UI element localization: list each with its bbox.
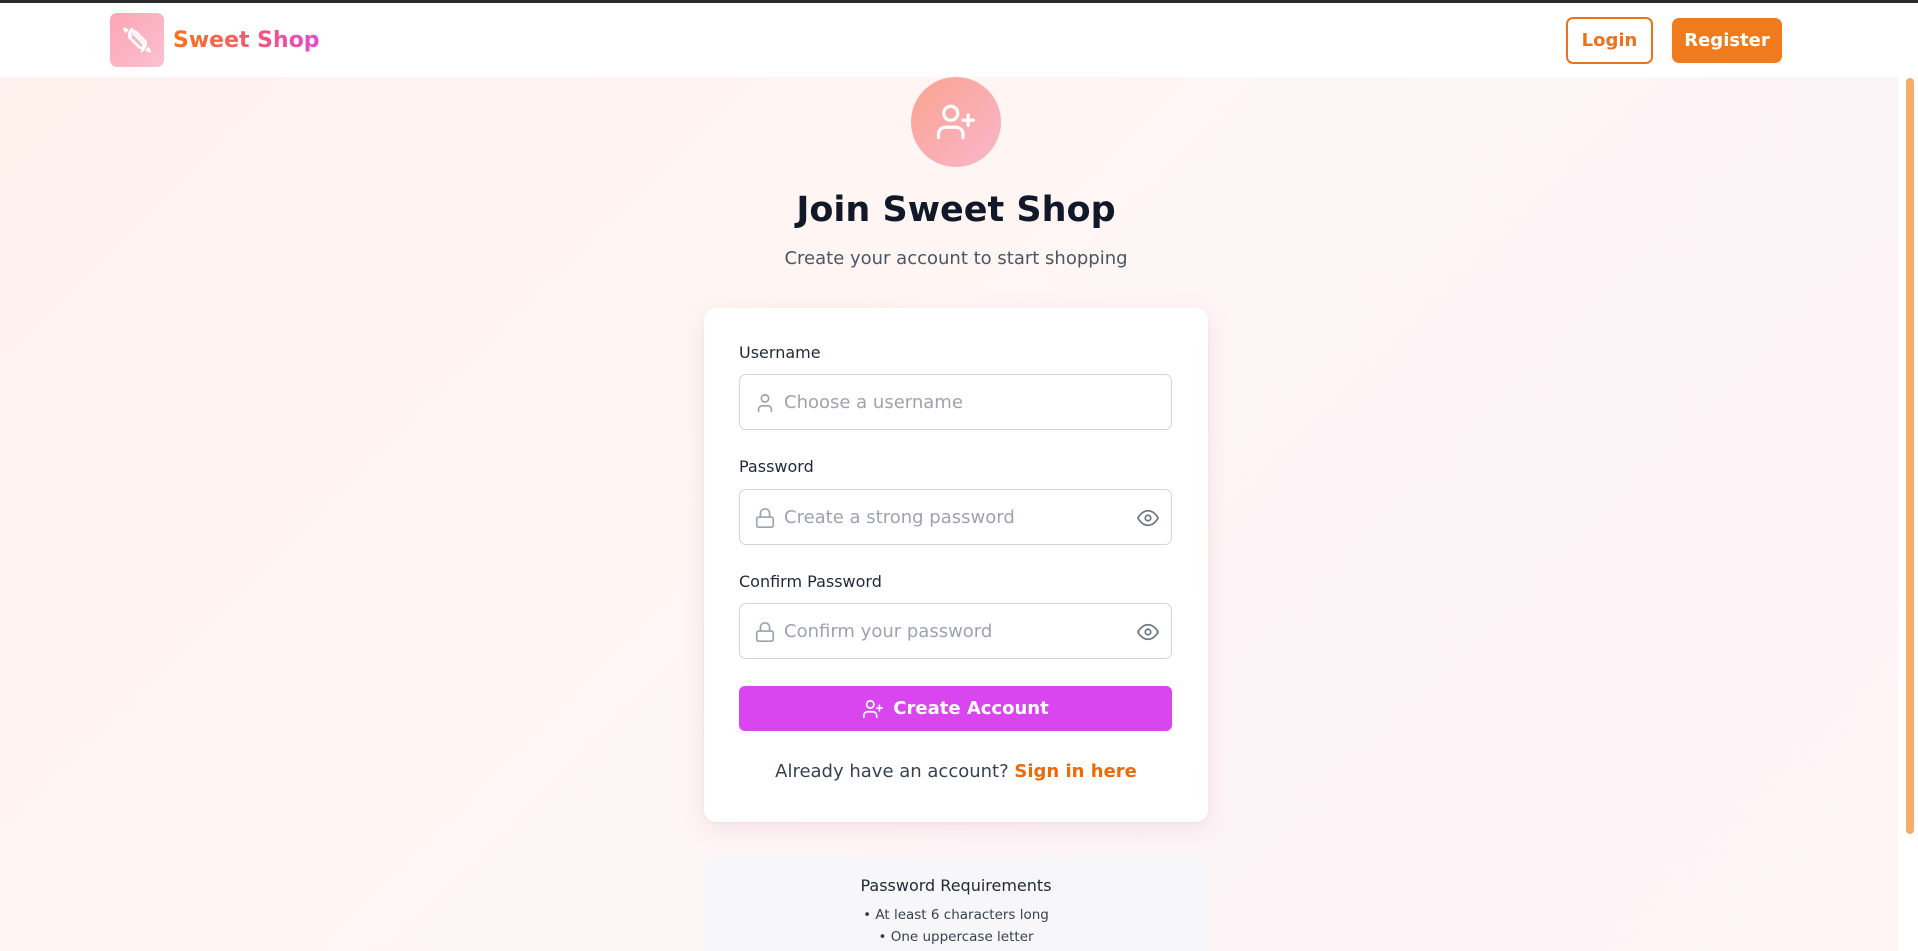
eye-icon[interactable] <box>1137 507 1159 529</box>
user-icon <box>757 393 773 413</box>
navbar: Sweet Shop Login Register <box>0 3 1898 77</box>
candy-logo-icon <box>110 13 164 67</box>
username-input[interactable] <box>784 375 1114 429</box>
user-plus-icon <box>863 699 884 718</box>
password-requirements-card: Password Requirements • At least 6 chara… <box>704 856 1208 951</box>
password-label: Password <box>739 457 814 476</box>
password-field[interactable] <box>739 489 1172 545</box>
login-button[interactable]: Login <box>1566 16 1653 64</box>
page-title: Join Sweet Shop <box>796 190 1116 230</box>
user-plus-icon <box>911 77 1001 167</box>
lock-icon <box>755 508 775 528</box>
create-account-button[interactable]: Create Account <box>739 686 1172 731</box>
requirements-title: Password Requirements <box>860 876 1052 895</box>
brand-name: Sweet Shop <box>173 27 320 53</box>
eye-icon[interactable] <box>1137 621 1159 643</box>
lock-icon <box>755 622 775 642</box>
nav-actions: Login Register <box>1566 16 1782 64</box>
signin-prompt: Already have an account? <box>775 761 1009 782</box>
create-account-label: Create Account <box>893 698 1049 719</box>
requirement-item: • At least 6 characters long <box>863 907 1049 923</box>
confirm-password-label: Confirm Password <box>739 572 882 591</box>
confirm-password-input[interactable] <box>784 604 1114 658</box>
confirm-password-field[interactable] <box>739 603 1172 659</box>
page-subtitle: Create your account to start shopping <box>784 248 1128 269</box>
signin-link[interactable]: Sign in here <box>1014 761 1136 782</box>
requirement-item: • One uppercase letter <box>878 929 1034 945</box>
password-input[interactable] <box>784 490 1114 544</box>
register-button[interactable]: Register <box>1672 17 1782 63</box>
username-field[interactable] <box>739 374 1172 430</box>
scrollbar-track[interactable] <box>1898 3 1918 951</box>
brand[interactable]: Sweet Shop <box>110 13 320 67</box>
register-form-card: Username Password Confirm Password <box>704 308 1208 822</box>
username-label: Username <box>739 343 821 362</box>
signin-prompt-row: Already have an account? Sign in here <box>704 761 1208 782</box>
